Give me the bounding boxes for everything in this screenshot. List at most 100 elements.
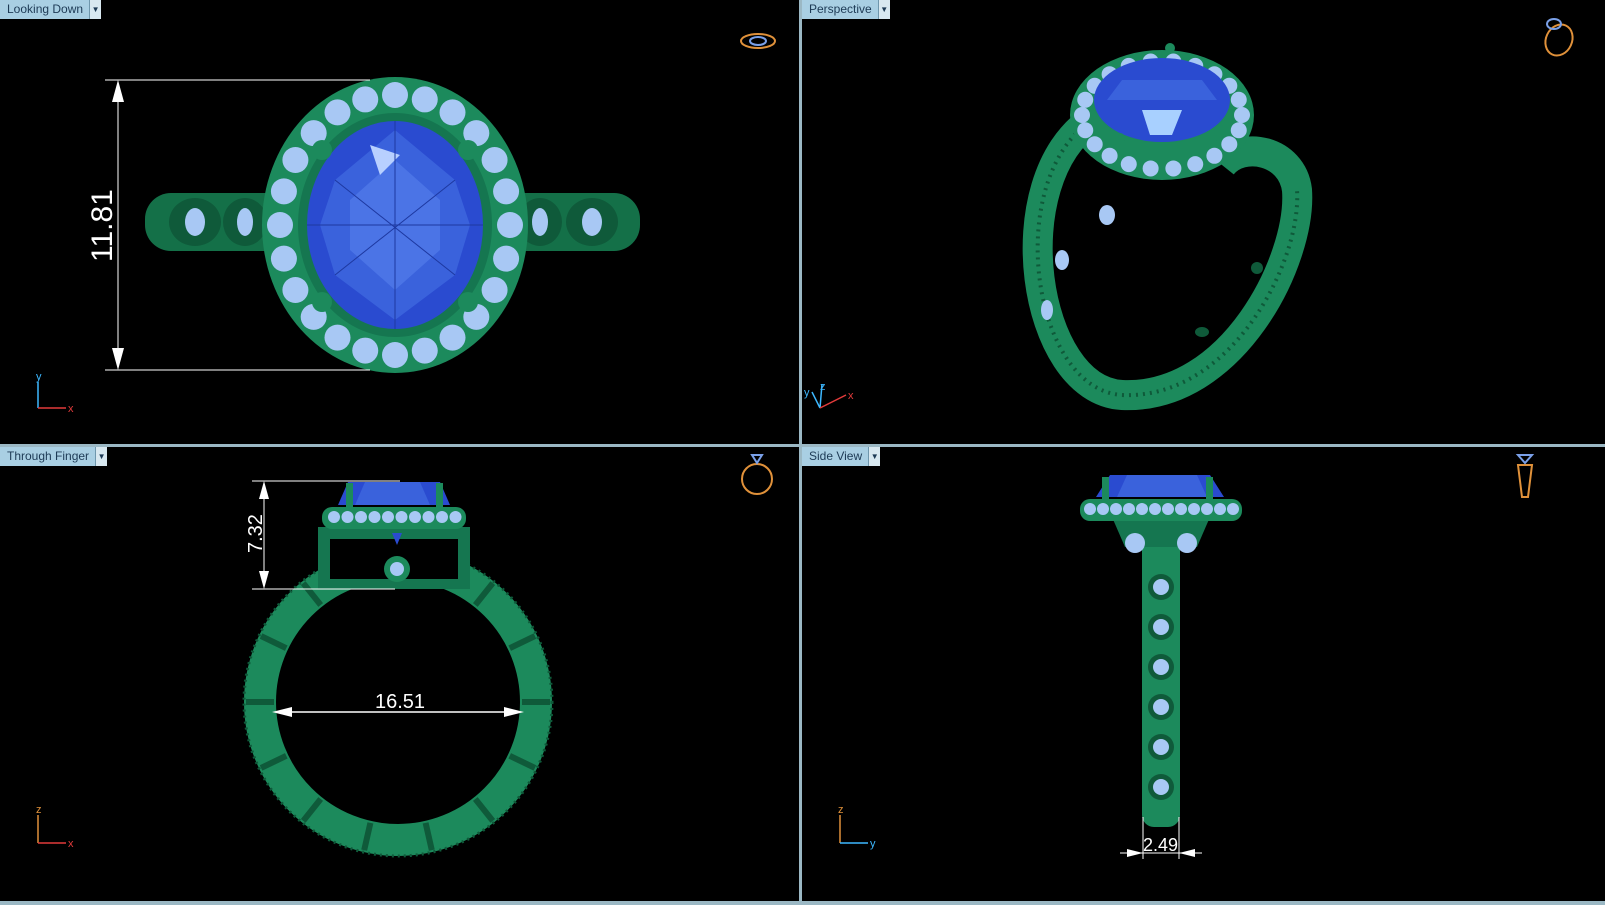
svg-text:z: z: [820, 381, 826, 393]
ring-orientation-icon[interactable]: [1540, 18, 1577, 60]
svg-text:y: y: [804, 387, 810, 399]
accent-stone: [1097, 503, 1109, 515]
accent-stone: [1227, 503, 1239, 515]
svg-text:x: x: [848, 390, 854, 402]
side-view-scene: 2.49 z y: [838, 454, 1535, 859]
accent-stone: [439, 324, 466, 351]
accent-stone: [1142, 160, 1159, 177]
accent-stone: [439, 99, 466, 126]
accent-stone: [1221, 136, 1238, 153]
accent-stone: [1206, 147, 1223, 164]
axis-indicator-icon: z y: [838, 804, 876, 850]
accent-stone: [422, 511, 435, 523]
accent-stone: [1153, 779, 1169, 795]
dimension-label-width: 2.49: [1143, 835, 1178, 855]
accent-stone: [1175, 503, 1187, 515]
accent-stone: [493, 245, 520, 272]
accent-stone: [1149, 503, 1161, 515]
accent-stone: [1084, 503, 1096, 515]
accent-stone: [411, 86, 438, 113]
dropdown-arrow-icon[interactable]: ▼: [877, 0, 890, 19]
accent-stone: [1214, 503, 1226, 515]
svg-text:x: x: [68, 403, 74, 415]
accent-stone: [1187, 156, 1204, 173]
accent-stone: [481, 147, 508, 173]
accent-stone: [1201, 503, 1213, 515]
viewport-title[interactable]: Looking Down: [0, 0, 90, 19]
accent-stone: [395, 511, 408, 523]
dimension-label-height: 7.32: [245, 514, 267, 553]
band-notch: [522, 699, 550, 705]
accent-stone: [411, 337, 438, 364]
accent-stone: [493, 178, 520, 205]
accent-stone: [436, 511, 448, 523]
front-view-scene: 7.32 16.51 z x: [36, 454, 773, 858]
viewport-tab[interactable]: Side View ▼: [802, 447, 881, 466]
viewport-title[interactable]: Through Finger: [0, 447, 96, 466]
accent-stone: [382, 511, 394, 523]
accent-stone: [1230, 122, 1247, 139]
svg-text:y: y: [36, 371, 42, 383]
svg-text:z: z: [838, 804, 844, 816]
accent-stone: [1153, 699, 1169, 715]
accent-stone: [328, 511, 340, 523]
accent-stone: [282, 147, 309, 173]
ring-orientation-icon[interactable]: [740, 33, 776, 49]
axis-indicator-icon: z x: [36, 804, 74, 850]
perspective-scene: y z x: [804, 18, 1577, 411]
accent-stone: [1074, 107, 1090, 123]
dropdown-arrow-icon[interactable]: ▼: [89, 0, 102, 19]
viewport-tab[interactable]: Through Finger ▼: [0, 447, 108, 466]
band-notch: [246, 699, 274, 705]
accent-stone: [449, 511, 462, 523]
accent-stone: [267, 212, 293, 238]
svg-text:x: x: [68, 838, 74, 850]
accent-stone: [341, 511, 354, 523]
accent-stone: [1123, 503, 1135, 515]
accent-stone: [497, 212, 523, 238]
prong: [346, 483, 353, 507]
accent-stone: [1162, 503, 1174, 515]
accent-stone: [1230, 91, 1247, 108]
ring-orientation-icon[interactable]: [1515, 454, 1535, 498]
accent-stone: [1077, 122, 1094, 139]
accent-stone: [282, 277, 309, 303]
accent-stone: [270, 178, 297, 205]
viewport-tab[interactable]: Perspective ▼: [802, 0, 890, 19]
dropdown-arrow-icon[interactable]: ▼: [95, 447, 108, 466]
accent-stone: [409, 511, 421, 523]
viewport-perspective[interactable]: y z x Perspective ▼: [802, 0, 1605, 444]
axis-indicator-icon: y z x: [804, 381, 854, 409]
accent-stone: [1165, 160, 1182, 177]
viewport-tab[interactable]: Looking Down ▼: [0, 0, 102, 19]
accent-stone: [382, 82, 408, 108]
ring-orientation-icon[interactable]: [741, 454, 773, 495]
accent-stone: [1077, 91, 1094, 108]
axis-indicator-icon: y x: [36, 371, 74, 415]
viewport-through-finger[interactable]: 7.32 16.51 z x Through Finger ▼: [0, 447, 799, 901]
accent-stone: [352, 337, 379, 364]
accent-stone: [1188, 503, 1200, 515]
dropdown-arrow-icon[interactable]: ▼: [868, 447, 881, 466]
accent-stone: [1153, 739, 1169, 755]
accent-stone: [1110, 503, 1122, 515]
accent-stone: [324, 324, 351, 351]
accent-stone: [1120, 156, 1137, 173]
accent-stone: [1086, 136, 1103, 153]
viewport-title[interactable]: Side View: [802, 447, 869, 466]
top-view-scene: 11.81 y x: [36, 33, 776, 415]
accent-stone: [382, 342, 408, 368]
prong: [1165, 43, 1175, 53]
accent-stone: [324, 99, 351, 126]
accent-stone: [1136, 503, 1148, 515]
viewport-title[interactable]: Perspective: [802, 0, 878, 19]
accent-stone: [1234, 107, 1250, 123]
accent-stone: [355, 511, 367, 523]
accent-stone: [1153, 579, 1169, 595]
viewport-side-view[interactable]: 2.49 z y Side View ▼: [802, 447, 1605, 901]
accent-stone: [368, 511, 381, 523]
svg-text:z: z: [36, 804, 42, 816]
svg-text:y: y: [870, 838, 876, 850]
viewport-looking-down[interactable]: 11.81 y x Looking Down ▼: [0, 0, 799, 444]
accent-stone: [481, 277, 508, 303]
